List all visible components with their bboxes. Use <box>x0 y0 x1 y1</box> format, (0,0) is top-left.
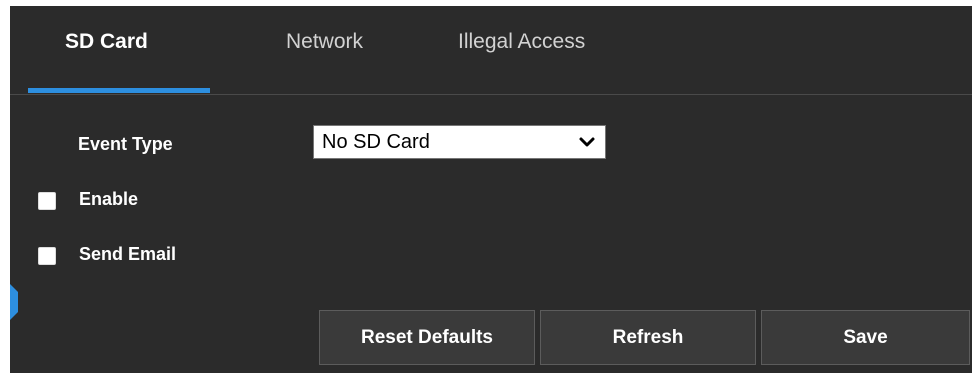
send-email-label: Send Email <box>79 244 177 264</box>
tab-illegal-access[interactable]: Illegal Access <box>458 30 585 54</box>
enable-label: Enable <box>79 189 139 209</box>
tab-network[interactable]: Network <box>286 30 363 54</box>
refresh-button[interactable]: Refresh <box>540 310 756 365</box>
event-type-selected-value: No SD Card <box>322 131 430 153</box>
sd-card-alarm-panel: SD Card Network Illegal Access Event Typ… <box>10 6 972 373</box>
save-button[interactable]: Save <box>761 310 970 365</box>
event-type-select[interactable]: No SD Card <box>313 125 606 159</box>
reset-defaults-button[interactable]: Reset Defaults <box>319 310 535 365</box>
send-email-checkbox[interactable] <box>38 247 56 265</box>
tab-bar: SD Card Network Illegal Access <box>10 6 972 95</box>
active-tab-indicator <box>28 88 210 93</box>
enable-checkbox[interactable] <box>38 192 56 210</box>
event-type-label: Event Type <box>78 134 173 154</box>
chevron-down-icon <box>579 137 595 147</box>
side-expand-handle-icon[interactable] <box>10 284 18 320</box>
tab-sd-card[interactable]: SD Card <box>65 30 148 54</box>
